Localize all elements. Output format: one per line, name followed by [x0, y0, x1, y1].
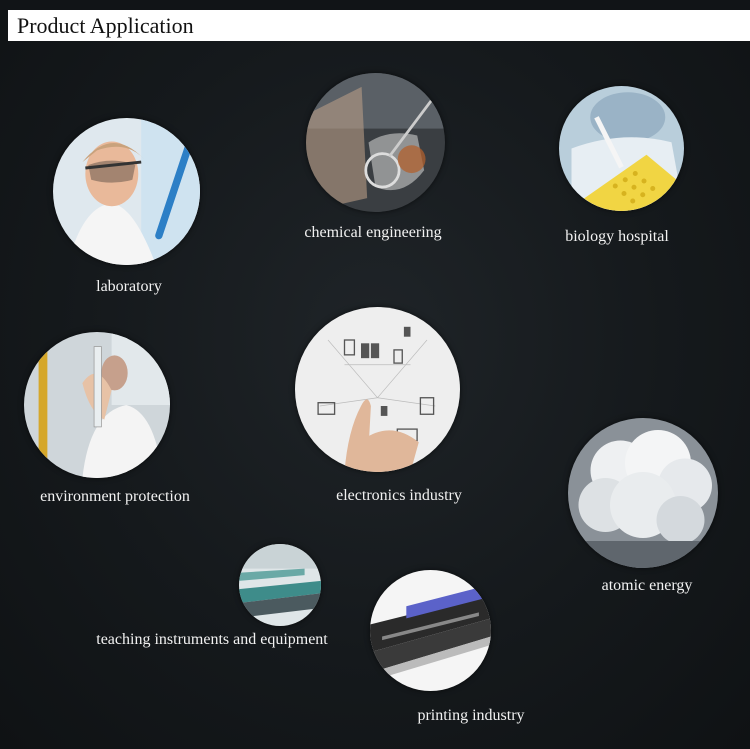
label-teaching-instruments: teaching instruments and equipment — [96, 631, 328, 648]
flask-icon — [306, 73, 445, 212]
label-environment-protection: environment protection — [40, 488, 190, 505]
printer-icon — [370, 570, 491, 691]
test-tube-icon — [24, 332, 170, 478]
label-biology-hospital: biology hospital — [565, 228, 669, 245]
pipette-plate-icon — [559, 86, 684, 211]
label-printing-industry: printing industry — [417, 707, 525, 724]
label-electronics-industry: electronics industry — [336, 487, 462, 504]
scientist-icon — [53, 118, 200, 265]
label-laboratory: laboratory — [96, 278, 162, 295]
label-atomic-energy: atomic energy — [601, 577, 693, 594]
label-chemical-engineering: chemical engineering — [304, 224, 442, 241]
cloud-icon — [568, 418, 718, 568]
top-bar — [0, 0, 750, 10]
devices-network-icon — [295, 307, 460, 472]
lab-bench-icon — [239, 544, 321, 626]
page-title: Product Application — [8, 10, 750, 41]
